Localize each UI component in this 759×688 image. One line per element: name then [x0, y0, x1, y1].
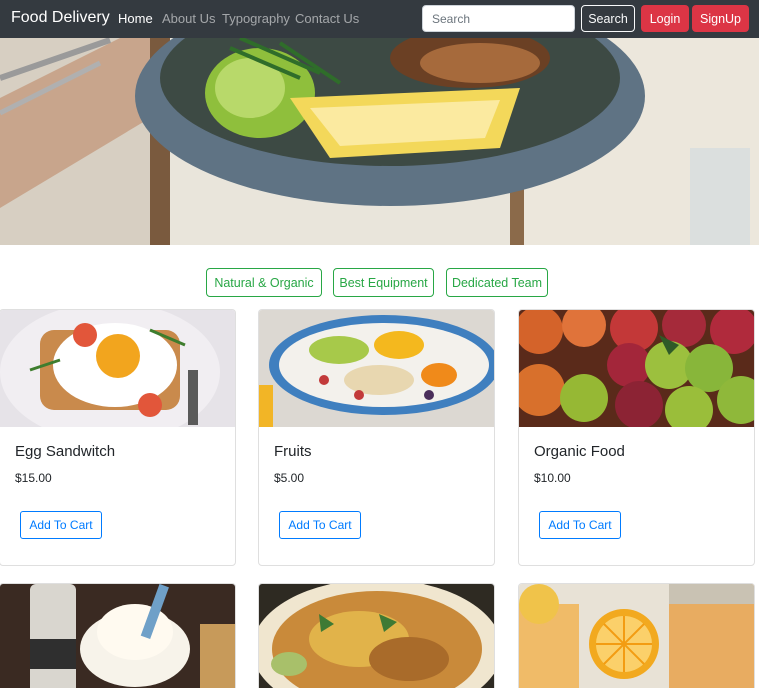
signup-button[interactable]: SignUp	[692, 5, 749, 32]
search-button[interactable]: Search	[581, 5, 635, 32]
product-name: Egg Sandwitch	[15, 443, 116, 460]
product-card	[258, 583, 495, 688]
nav-about-us[interactable]: About Us	[162, 11, 215, 26]
product-card: Egg Sandwitch $15.00 Add To Cart	[0, 309, 236, 566]
nav-home[interactable]: Home	[118, 11, 153, 26]
feature-natural-organic[interactable]: Natural & Organic	[206, 268, 322, 297]
fruit-platter-photo	[259, 310, 494, 427]
biryani-photo	[259, 584, 494, 688]
product-card: Fruits $5.00 Add To Cart	[258, 309, 495, 566]
feature-dedicated-team[interactable]: Dedicated Team	[446, 268, 548, 297]
product-name: Organic Food	[534, 443, 625, 460]
apples-photo	[519, 310, 754, 427]
egg-sandwich-photo	[0, 310, 235, 427]
product-card	[0, 583, 236, 688]
feature-best-equipment[interactable]: Best Equipment	[333, 268, 434, 297]
brand-logo[interactable]: Food Delivery	[11, 9, 110, 27]
add-to-cart-button[interactable]: Add To Cart	[279, 511, 361, 539]
orange-drink-photo	[519, 584, 754, 688]
product-card	[518, 583, 755, 688]
login-button[interactable]: Login	[641, 5, 689, 32]
add-to-cart-button[interactable]: Add To Cart	[539, 511, 621, 539]
product-name: Fruits	[274, 443, 312, 460]
dessert-photo	[0, 584, 235, 688]
search-input[interactable]	[422, 5, 575, 32]
product-price: $15.00	[15, 471, 52, 485]
product-price: $5.00	[274, 471, 305, 485]
nav-contact-us[interactable]: Contact Us	[295, 11, 359, 26]
product-price: $10.00	[534, 471, 571, 485]
product-card: Organic Food $10.00 Add To Cart	[518, 309, 755, 566]
add-to-cart-button[interactable]: Add To Cart	[20, 511, 102, 539]
nav-typography[interactable]: Typography	[222, 11, 290, 26]
navbar: Food Delivery Home About Us Typography C…	[0, 0, 759, 38]
hero-image	[0, 38, 759, 245]
